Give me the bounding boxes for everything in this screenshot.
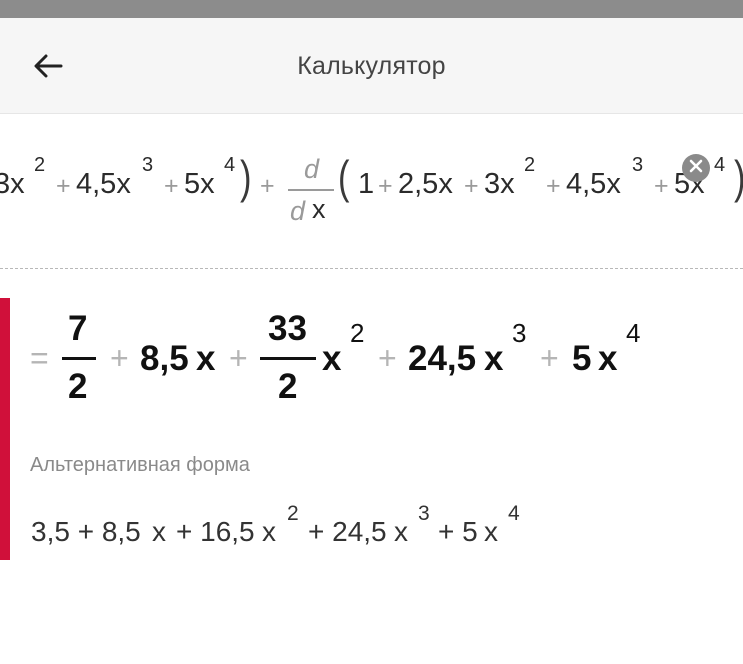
alt-variable-x: x (394, 516, 408, 547)
exponent: 4 (626, 318, 641, 348)
fraction-denominator: 2 (68, 367, 88, 406)
plus-operator: + (164, 172, 179, 200)
app-title: Калькулятор (297, 52, 446, 80)
plus-operator: + (546, 172, 561, 200)
plus-operator: + (56, 172, 71, 200)
alt-term: + 16,5 (176, 516, 255, 547)
alt-exponent: 2 (287, 502, 299, 525)
term-1: 1 (358, 168, 375, 200)
alternative-form-label: Альтернативная форма (30, 454, 250, 476)
alt-variable-x: x (484, 516, 498, 547)
exponent: 2 (34, 154, 46, 176)
term-5x: 5x (184, 168, 215, 200)
derivative-denominator-d: d (290, 196, 306, 226)
close-paren: ) (734, 150, 743, 204)
fraction-numerator: 33 (268, 309, 307, 348)
alt-variable-x: x (262, 516, 276, 547)
fraction-numerator: 7 (68, 309, 88, 348)
variable-x: x (598, 339, 618, 378)
derivative-fraction-line (288, 189, 334, 191)
input-expression[interactable]: 3x 2 + 4,5x 3 + 5x 4 ) + d d x ( 1 + 2,5… (0, 114, 743, 269)
exponent: 2 (524, 154, 536, 176)
alt-term: + 5 (438, 516, 478, 547)
derivative-variable: x (312, 194, 326, 224)
exponent: 4 (224, 154, 236, 176)
open-paren: ( (338, 151, 350, 203)
exponent: 3 (142, 154, 154, 176)
coefficient: 8,5 (140, 339, 189, 378)
coefficient: 24,5 (408, 339, 477, 378)
variable-x: x (322, 339, 342, 378)
variable-x: x (196, 339, 216, 378)
term-2-5x: 2,5x (398, 168, 453, 200)
coefficient: 5 (572, 339, 592, 378)
exponent: 2 (350, 318, 365, 348)
fraction-denominator: 2 (278, 367, 298, 406)
term-4-5x: 4,5x (566, 168, 621, 200)
alt-term: 3,5 + 8,5 (31, 516, 141, 547)
alt-variable-x: x (152, 516, 166, 547)
fraction-line (62, 357, 96, 360)
alt-exponent: 4 (508, 502, 520, 525)
divider (0, 268, 743, 269)
exponent: 3 (632, 154, 644, 176)
exponent: 4 (714, 154, 726, 176)
plus-operator: + (229, 340, 248, 376)
derivative-numerator: d (304, 154, 320, 184)
app-bar: Калькулятор (0, 18, 743, 114)
plus-operator: + (378, 340, 397, 376)
variable-x: x (484, 339, 504, 378)
plus-operator: + (260, 172, 275, 200)
clear-button[interactable] (682, 154, 710, 182)
exponent: 3 (512, 318, 527, 348)
close-paren: ) (240, 151, 252, 203)
fraction-line (260, 357, 316, 360)
result-accent-bar (0, 298, 10, 560)
clear-x-icon (689, 159, 703, 178)
plus-operator: + (540, 340, 559, 376)
term-3x: 3x (0, 168, 25, 200)
term-4-5x: 4,5x (76, 168, 131, 200)
term-3x: 3x (484, 168, 515, 200)
alt-exponent: 3 (418, 502, 430, 525)
plus-operator: + (378, 172, 393, 200)
plus-operator: + (464, 172, 479, 200)
alt-term: + 24,5 (308, 516, 387, 547)
plus-operator: + (110, 340, 129, 376)
status-bar (0, 0, 743, 18)
equals-sign: = (30, 340, 49, 376)
plus-operator: + (654, 172, 669, 200)
